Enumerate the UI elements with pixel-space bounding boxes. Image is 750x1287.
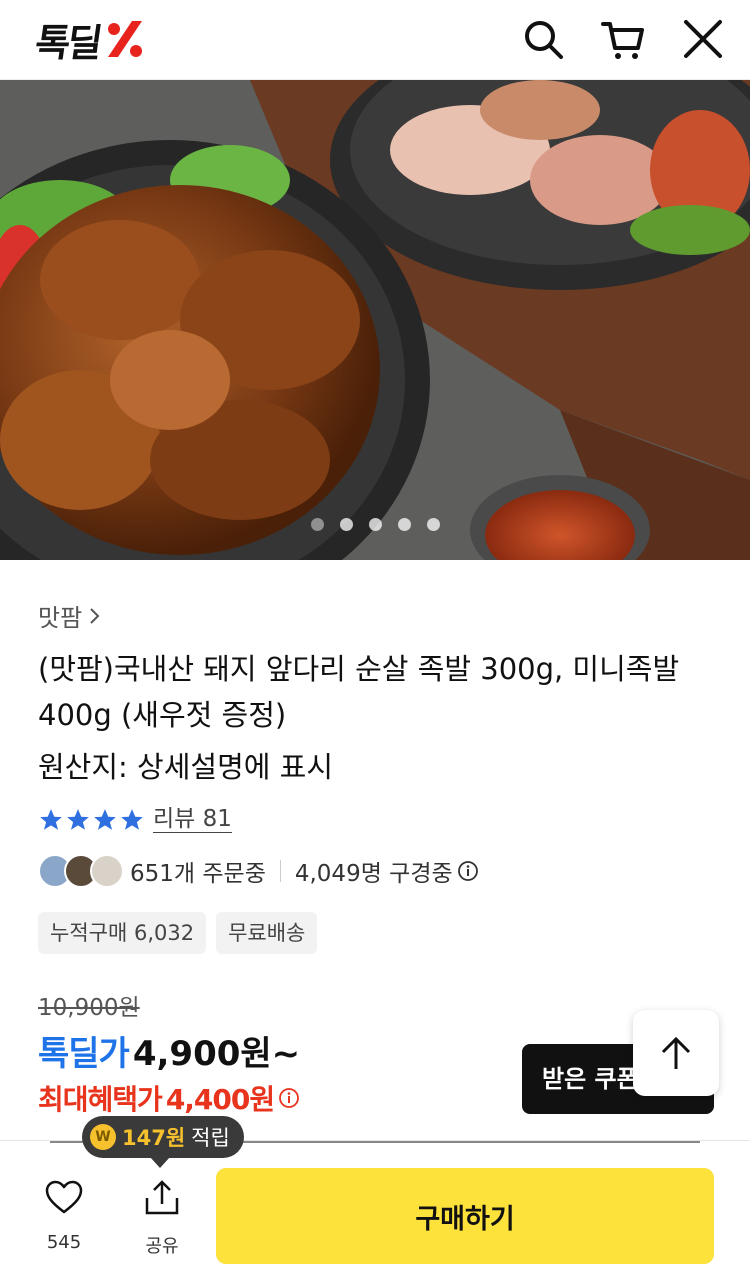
points-amount: 147원 <box>122 1126 186 1150</box>
heart-icon <box>45 1180 83 1214</box>
avatar <box>90 854 124 888</box>
cart-icon[interactable] <box>600 16 646 62</box>
product-origin: 원산지: 상세설명에 표시 <box>38 750 334 784</box>
tag-free-shipping: 무료배송 <box>216 912 318 954</box>
seller-name: 맛팜 <box>38 604 83 632</box>
scroll-to-top-button[interactable] <box>633 1010 719 1096</box>
max-benefit-price: 4,400원 <box>165 1083 275 1116</box>
search-icon[interactable] <box>520 16 566 62</box>
deal-price-label: 톡딜가 <box>38 1034 130 1074</box>
rating-row: 리뷰 81 <box>38 806 232 833</box>
original-price: 10,900원 <box>38 995 140 1021</box>
points-label: 적립 <box>191 1126 230 1150</box>
star-icon <box>94 808 116 830</box>
carousel-dot[interactable] <box>339 518 353 531</box>
app-logo[interactable]: 톡딜 <box>32 14 146 65</box>
chevron-right-icon <box>90 607 100 624</box>
buyer-avatars <box>38 854 124 888</box>
tag-cumulative-purchases: 누적구매 6,032 <box>38 912 207 954</box>
like-button[interactable]: 545 <box>34 1178 94 1253</box>
share-button[interactable]: 공유 <box>132 1178 192 1258</box>
deal-price-row: 톡딜가 4,900원~ <box>38 1026 300 1075</box>
rating-stars <box>38 807 145 833</box>
buy-button[interactable]: 구매하기 <box>216 1168 714 1264</box>
deal-price: 4,900원~ <box>132 1034 301 1074</box>
viewer-count: 4,049명 구경중 <box>294 861 453 887</box>
product-photo <box>0 80 750 560</box>
arrow-up-icon <box>661 1036 691 1069</box>
star-icon <box>40 808 62 830</box>
share-label: 공유 <box>145 1236 179 1257</box>
app-header: 톡딜 <box>0 0 750 80</box>
coin-icon: W <box>90 1124 116 1150</box>
seller-breadcrumb[interactable]: 맛팜 <box>38 598 102 633</box>
activity-stats: 651개 주문중 4,049명 구경중 <box>38 854 479 888</box>
review-link[interactable]: 리뷰 81 <box>153 806 232 833</box>
divider <box>279 860 281 882</box>
product-tags: 누적구매 6,032 무료배송 <box>38 912 318 954</box>
share-icon <box>145 1180 179 1215</box>
points-tooltip: W 147원 적립 <box>82 1116 244 1168</box>
carousel-indicators <box>0 518 750 531</box>
star-icon <box>67 808 89 830</box>
logo-wordmark: 톡딜 <box>32 20 103 65</box>
product-image-carousel[interactable] <box>0 80 750 560</box>
close-icon[interactable] <box>680 16 726 62</box>
logo-percent-icon <box>107 21 142 57</box>
carousel-dot[interactable] <box>310 518 324 531</box>
info-icon[interactable] <box>278 1087 300 1109</box>
star-icon <box>121 808 143 830</box>
product-title: (맛팜)국내산 돼지 앞다리 순살 족발 300g, 미니족발 400g (새우… <box>38 652 680 732</box>
carousel-dot[interactable] <box>368 518 382 531</box>
order-count: 651개 주문중 <box>130 861 266 887</box>
max-benefit-label: 최대혜택가 <box>38 1083 163 1116</box>
carousel-dot[interactable] <box>397 518 411 531</box>
like-count: 545 <box>46 1232 82 1253</box>
max-benefit-row: 최대혜택가 4,400원 <box>38 1078 300 1118</box>
info-icon[interactable] <box>457 860 479 882</box>
carousel-dot[interactable] <box>426 518 440 531</box>
